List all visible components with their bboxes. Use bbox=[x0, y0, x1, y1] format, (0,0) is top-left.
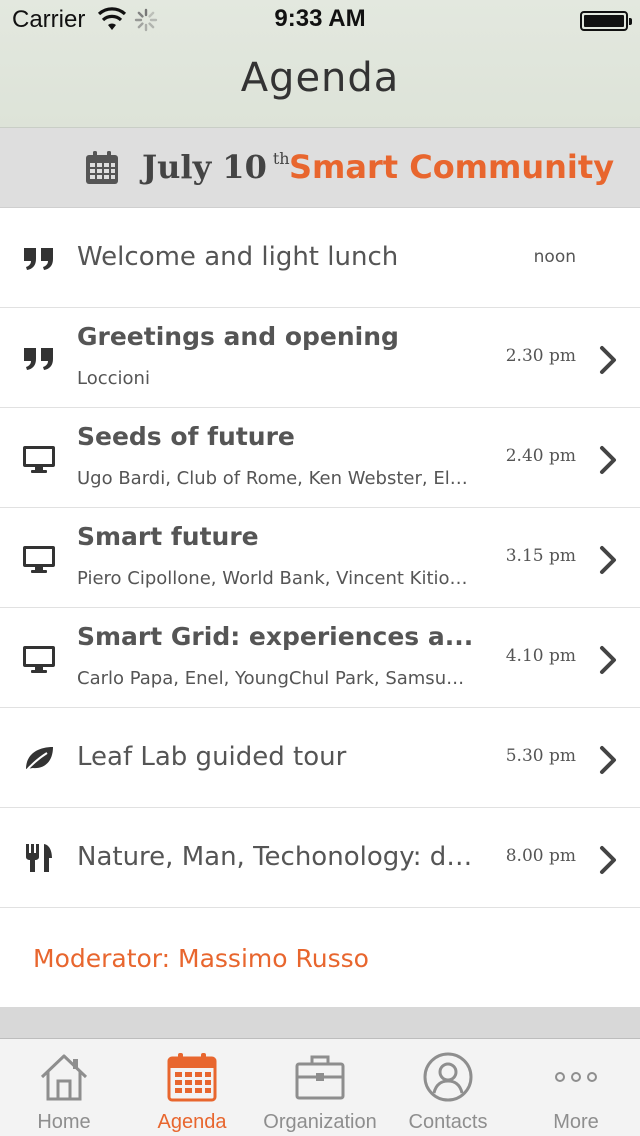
quote-icon bbox=[24, 348, 53, 370]
agenda-row[interactable]: Welcome and light lunch noon bbox=[0, 208, 640, 308]
battery-icon bbox=[580, 11, 632, 31]
agenda-item-speakers: Piero Cipollone, World Bank, Vincent Kit… bbox=[77, 568, 472, 589]
section-event-name: Smart Community bbox=[289, 148, 615, 186]
section-date: July 10 th bbox=[142, 148, 290, 186]
agenda-item-time: 8.00 pm bbox=[505, 846, 576, 866]
agenda-item-title: Smart Grid: experiences a... bbox=[77, 622, 474, 651]
chevron-right-icon bbox=[600, 746, 616, 774]
agenda-item-time: 4.10 pm bbox=[505, 646, 576, 666]
status-time: 9:33 AM bbox=[274, 5, 366, 32]
agenda-item-title: Nature, Man, Techonology: dinn… bbox=[77, 842, 477, 872]
home-icon bbox=[40, 1054, 88, 1101]
more-dots-icon bbox=[555, 1072, 597, 1082]
agenda-item-title: Leaf Lab guided tour bbox=[77, 742, 347, 772]
agenda-item-title: Welcome and light lunch bbox=[77, 242, 399, 272]
agenda-item-speakers: Loccioni bbox=[77, 368, 150, 389]
agenda-item-speakers: Ugo Bardi, Club of Rome, Ken Webster, El… bbox=[77, 468, 472, 489]
agenda-row[interactable]: Seeds of future Ugo Bardi, Club of Rome,… bbox=[0, 408, 640, 508]
quote-icon bbox=[24, 248, 53, 270]
monitor-icon bbox=[23, 546, 55, 573]
agenda-row[interactable]: Smart future Piero Cipollone, World Bank… bbox=[0, 508, 640, 608]
top-bar: Carrier 9:33 AM Agenda bbox=[0, 0, 640, 128]
calendar-icon bbox=[167, 1053, 217, 1102]
agenda-row[interactable]: Nature, Man, Techonology: dinn… 8.00 pm bbox=[0, 808, 640, 908]
agenda-item-title: Greetings and opening bbox=[77, 322, 399, 351]
tab-contacts-label: Contacts bbox=[408, 1111, 488, 1133]
tab-agenda[interactable]: Agenda bbox=[128, 1039, 256, 1136]
tab-home[interactable]: Home bbox=[0, 1039, 128, 1136]
tab-organization[interactable]: Organization bbox=[256, 1039, 384, 1136]
chevron-right-icon bbox=[600, 846, 616, 874]
briefcase-icon bbox=[295, 1055, 345, 1100]
agenda-item-time: 2.30 pm bbox=[505, 346, 576, 366]
tab-agenda-label: Agenda bbox=[157, 1111, 227, 1133]
agenda-item-time: 2.40 pm bbox=[505, 446, 576, 466]
contact-icon bbox=[423, 1052, 473, 1102]
agenda-item-title: Smart future bbox=[77, 522, 259, 551]
page-title: Agenda bbox=[240, 55, 400, 101]
status-bar: Carrier 9:33 AM bbox=[0, 0, 640, 40]
chevron-right-icon bbox=[600, 646, 616, 674]
monitor-icon bbox=[23, 646, 55, 673]
chevron-right-icon bbox=[600, 546, 616, 574]
section-header: July 10 th Smart Community bbox=[0, 128, 640, 208]
chevron-right-icon bbox=[600, 346, 616, 374]
section-date-day: July 10 bbox=[142, 148, 267, 186]
agenda-item-time: 5.30 pm bbox=[505, 746, 576, 766]
agenda-item-speakers: Carlo Papa, Enel, YoungChul Park, Samsun… bbox=[77, 668, 472, 689]
chevron-right-icon bbox=[600, 446, 616, 474]
tab-more[interactable]: More bbox=[512, 1039, 640, 1136]
fork-knife-icon bbox=[26, 844, 52, 872]
agenda-row[interactable]: Greetings and opening Loccioni 2.30 pm bbox=[0, 308, 640, 408]
tab-contacts[interactable]: Contacts bbox=[384, 1039, 512, 1136]
monitor-icon bbox=[23, 446, 55, 473]
section-date-suffix: th bbox=[272, 149, 290, 168]
calendar-icon bbox=[86, 151, 118, 184]
agenda-item-title: Seeds of future bbox=[77, 422, 295, 451]
agenda-row[interactable]: Smart Grid: experiences a... Carlo Papa,… bbox=[0, 608, 640, 708]
agenda-item-time: 3.15 pm bbox=[505, 546, 576, 566]
leaf-icon bbox=[24, 747, 53, 773]
tab-organization-label: Organization bbox=[263, 1111, 377, 1133]
tab-home-label: Home bbox=[37, 1111, 91, 1133]
agenda-row[interactable]: Leaf Lab guided tour 5.30 pm bbox=[0, 708, 640, 808]
agenda-item-time: noon bbox=[533, 247, 576, 267]
tab-bar: Home Agenda Organization Contacts More bbox=[0, 1038, 640, 1136]
tab-more-label: More bbox=[553, 1111, 599, 1133]
moderator-label: Moderator: Massimo Russo bbox=[33, 944, 369, 973]
moderator-row: Moderator: Massimo Russo bbox=[0, 908, 640, 1008]
